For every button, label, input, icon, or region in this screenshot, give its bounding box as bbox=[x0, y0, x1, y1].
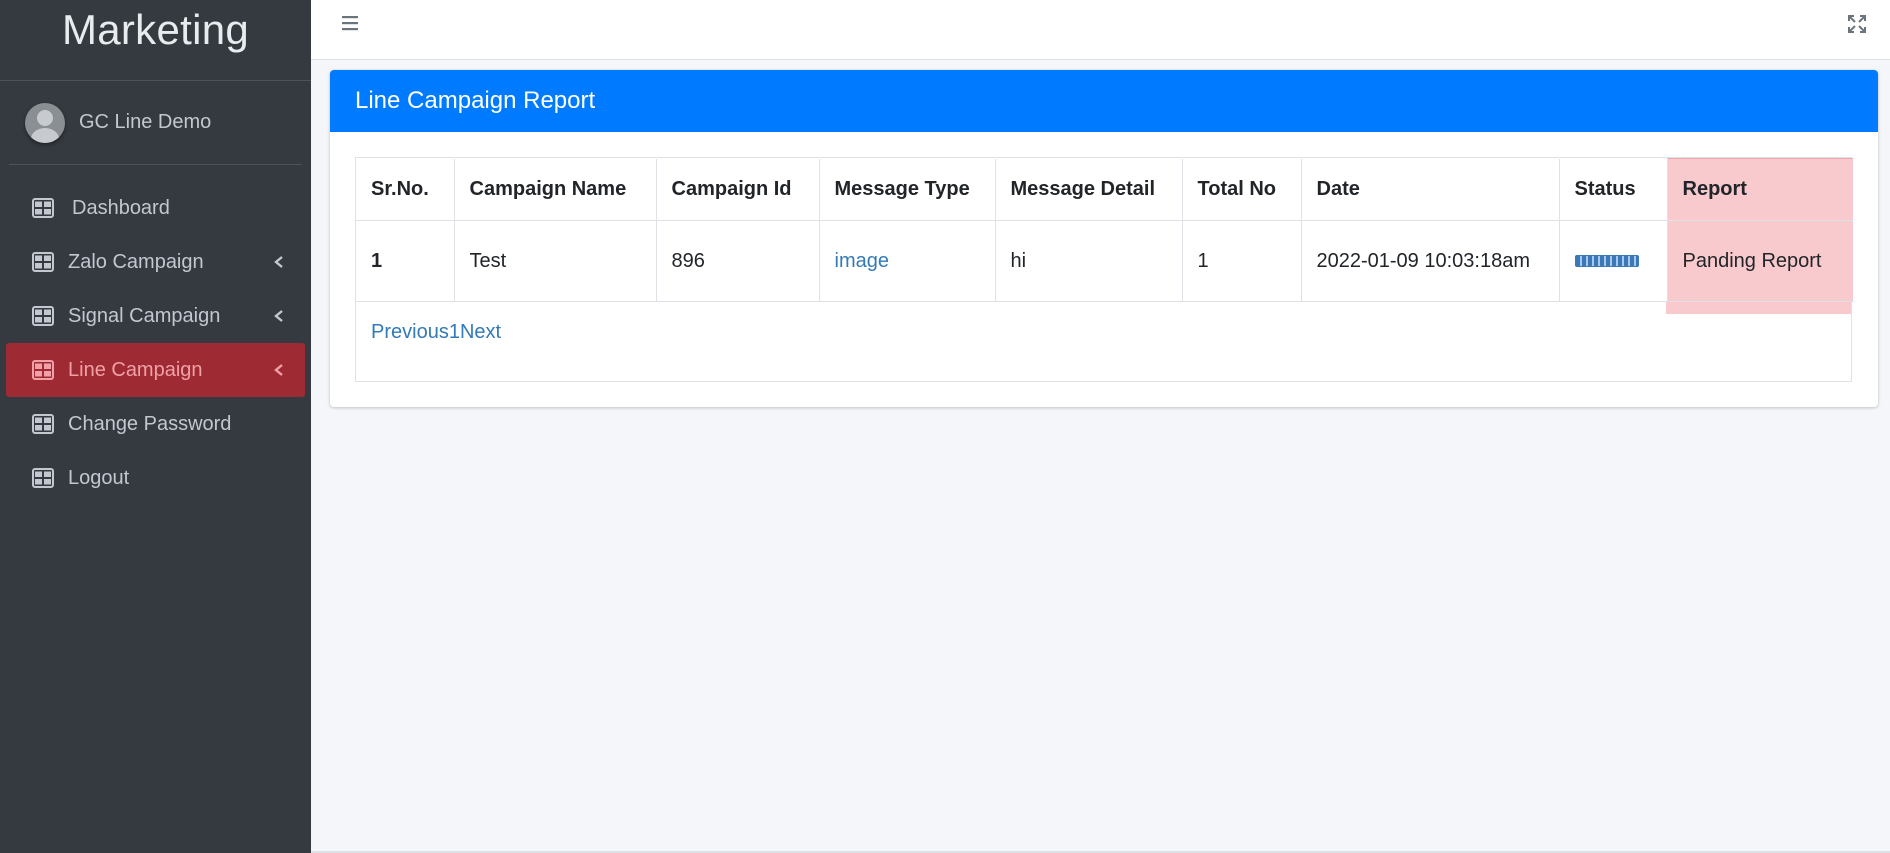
cell-message-detail: hi bbox=[995, 220, 1183, 302]
pagination-previous[interactable]: Previous bbox=[371, 321, 449, 343]
table-icon bbox=[32, 306, 54, 326]
pagination-page-1[interactable]: 1 bbox=[449, 321, 460, 343]
column-header-date[interactable]: Date bbox=[1301, 158, 1560, 221]
sidebar-item-label: Dashboard bbox=[72, 196, 170, 219]
sidebar-item-label: Line Campaign bbox=[68, 358, 203, 381]
cell-date: 2022-01-09 10:03:18am bbox=[1301, 220, 1560, 302]
column-header-report[interactable]: Report bbox=[1667, 158, 1853, 221]
table-icon bbox=[32, 198, 54, 218]
column-header-status[interactable]: Status bbox=[1559, 158, 1668, 221]
chevron-left-icon bbox=[274, 310, 283, 322]
table-icon bbox=[32, 252, 54, 272]
expand-icon[interactable] bbox=[1846, 13, 1868, 35]
brand[interactable]: Marketing bbox=[0, 0, 311, 81]
report-table-wrapper: Sr.No. Campaign Name Campaign Id Message… bbox=[355, 157, 1853, 382]
sidebar-item-change-password[interactable]: Change Password bbox=[6, 397, 305, 451]
report-table: Sr.No. Campaign Name Campaign Id Message… bbox=[356, 158, 1853, 302]
cell-campaign-name: Test bbox=[454, 220, 657, 302]
column-header-message-detail[interactable]: Message Detail bbox=[995, 158, 1183, 221]
table-icon bbox=[32, 468, 54, 488]
pagination-next[interactable]: Next bbox=[460, 321, 501, 343]
chevron-left-icon bbox=[274, 256, 283, 268]
cell-message-type: image bbox=[819, 220, 996, 302]
column-header-message-type[interactable]: Message Type bbox=[819, 158, 996, 221]
sidebar-item-label: Signal Campaign bbox=[68, 304, 221, 327]
status-progress-icon bbox=[1574, 255, 1639, 268]
sidebar-item-label: Change Password bbox=[68, 412, 232, 435]
cell-status bbox=[1559, 220, 1668, 302]
table-icon bbox=[32, 414, 54, 434]
column-header-total-no[interactable]: Total No bbox=[1182, 158, 1302, 221]
sidebar-nav: Dashboard Zalo Campaign Signal Campaign … bbox=[0, 165, 311, 505]
report-highlight-tail bbox=[1666, 302, 1851, 314]
pagination: Previous1Next bbox=[356, 302, 1851, 363]
user-panel[interactable]: GC Line Demo bbox=[9, 81, 302, 165]
table-row: 1 Test 896 image hi 1 2022-01-09 10:03:1… bbox=[356, 220, 1853, 302]
cell-report[interactable]: Panding Report bbox=[1667, 220, 1853, 302]
sidebar-item-label: Logout bbox=[68, 466, 130, 489]
cell-total-no: 1 bbox=[1182, 220, 1302, 302]
top-navbar bbox=[311, 0, 1890, 60]
card-header: Line Campaign Report bbox=[330, 70, 1878, 132]
card-body: Sr.No. Campaign Name Campaign Id Message… bbox=[330, 132, 1878, 407]
cell-campaign-id: 896 bbox=[656, 220, 820, 302]
column-header-campaign-name[interactable]: Campaign Name bbox=[454, 158, 657, 221]
column-header-campaign-id[interactable]: Campaign Id bbox=[656, 158, 820, 221]
sidebar-item-logout[interactable]: Logout bbox=[6, 451, 305, 505]
sidebar-item-label: Zalo Campaign bbox=[68, 250, 204, 273]
card-title: Line Campaign Report bbox=[355, 87, 596, 114]
brand-title: Marketing bbox=[61, 6, 250, 53]
chevron-left-icon bbox=[274, 364, 283, 376]
table-icon bbox=[32, 360, 54, 380]
cell-sr-no: 1 bbox=[356, 220, 455, 302]
sidebar: Marketing GC Line Demo Dashboard Zalo Ca… bbox=[0, 0, 311, 853]
sidebar-item-signal-campaign[interactable]: Signal Campaign bbox=[6, 289, 305, 343]
message-type-link[interactable]: image bbox=[835, 250, 889, 272]
sidebar-item-dashboard[interactable]: Dashboard bbox=[6, 181, 305, 235]
table-header-row: Sr.No. Campaign Name Campaign Id Message… bbox=[356, 158, 1853, 221]
sidebar-item-zalo-campaign[interactable]: Zalo Campaign bbox=[6, 235, 305, 289]
user-name: GC Line Demo bbox=[79, 111, 212, 133]
column-header-sr-no[interactable]: Sr.No. bbox=[356, 158, 455, 221]
sidebar-item-line-campaign[interactable]: Line Campaign bbox=[6, 343, 305, 397]
hamburger-icon[interactable] bbox=[339, 12, 361, 34]
avatar bbox=[25, 102, 65, 143]
report-card: Line Campaign Report Sr.No. Campaign Nam… bbox=[330, 70, 1878, 407]
